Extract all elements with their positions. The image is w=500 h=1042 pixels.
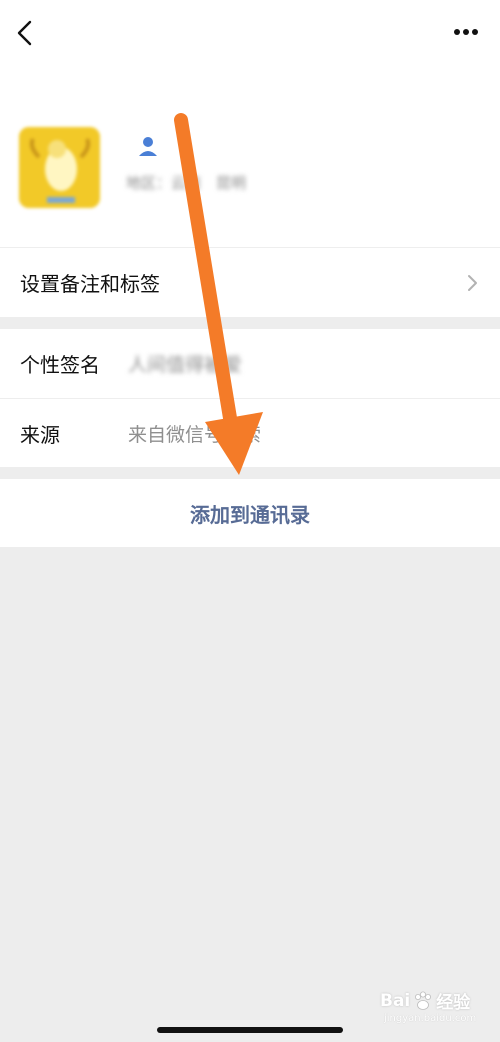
- region-text: 地区：云南 昆明: [126, 174, 247, 192]
- source-label: 来源: [20, 422, 60, 447]
- source-row: 来源 来自微信号搜索: [0, 399, 500, 467]
- watermark: Bai 经验: [380, 988, 471, 1014]
- watermark-sub: jingyan.baidu.com: [384, 1013, 477, 1024]
- signature-row: 个性签名 人间值得被爱: [0, 329, 500, 398]
- remark-tags-label: 设置备注和标签: [20, 272, 160, 296]
- person-icon: [139, 137, 157, 156]
- avatar[interactable]: [19, 127, 100, 208]
- signature-label: 个性签名: [20, 353, 100, 377]
- chevron-left-icon[interactable]: [12, 16, 40, 50]
- watermark-text-right: 经验: [436, 993, 471, 1013]
- more-dots-icon[interactable]: [446, 20, 486, 44]
- cartoon-avatar: [19, 127, 100, 208]
- paw-icon: [415, 991, 432, 1010]
- source-value: 来自微信号搜索: [128, 423, 262, 446]
- add-to-contacts-button[interactable]: 添加到通讯录: [0, 479, 500, 547]
- signature-value: 人间值得被爱: [128, 354, 243, 376]
- chevron-right-icon: [468, 275, 477, 291]
- watermark-text-left: Bai: [380, 990, 411, 1011]
- profile-header: 地区：云南 昆明: [0, 0, 500, 247]
- remark-tags-row[interactable]: 设置备注和标签: [0, 248, 500, 317]
- home-indicator[interactable]: [157, 1027, 343, 1033]
